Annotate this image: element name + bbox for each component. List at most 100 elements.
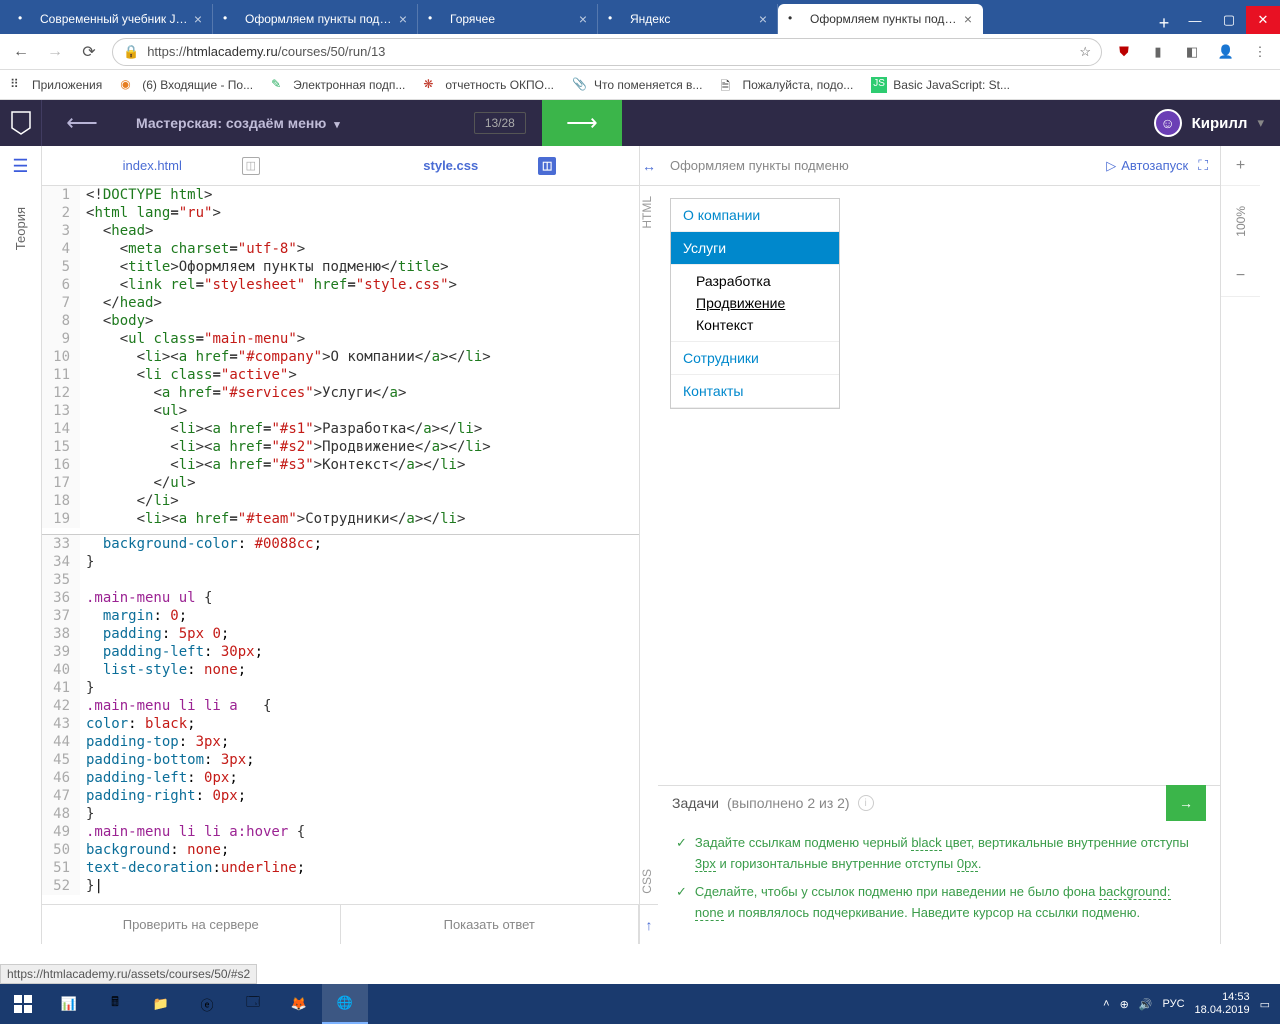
code-content[interactable]: padding-right: 0px; — [80, 787, 639, 805]
code-content[interactable]: <link rel="stylesheet" href="style.css"> — [80, 276, 639, 294]
zoom-out-button[interactable]: − — [1221, 257, 1260, 297]
extension-icon[interactable]: ▮ — [1148, 42, 1168, 62]
bookmark-item[interactable]: JSBasic JavaScript: St... — [871, 77, 1010, 93]
code-content[interactable]: <ul> — [80, 402, 639, 420]
window-minimize-icon[interactable]: — — [1178, 6, 1212, 34]
bookmark-item[interactable]: ✎Электронная подп... — [271, 77, 405, 93]
browser-tab[interactable]: •Яндекс× — [598, 4, 778, 34]
menu-item-team[interactable]: Сотрудники — [671, 342, 839, 375]
check-server-button[interactable]: Проверить на сервере — [42, 905, 341, 944]
tray-notifications-icon[interactable]: ▭ — [1260, 998, 1270, 1011]
extension-icon-2[interactable]: ◧ — [1182, 42, 1202, 62]
theory-label[interactable]: Теория — [13, 207, 28, 250]
bookmark-item[interactable]: ❋отчетность ОКПО... — [423, 77, 554, 93]
browser-tab[interactable]: •Оформляем пункты подме...× — [213, 4, 418, 34]
code-content[interactable]: <li class="active"> — [80, 366, 639, 384]
browser-tab[interactable]: •Современный учебник Java...× — [8, 4, 213, 34]
code-content[interactable] — [80, 571, 639, 589]
tab-style-css[interactable]: style.css◫ — [341, 146, 640, 185]
extension-ublock-icon[interactable]: ⛊ — [1114, 42, 1134, 62]
code-content[interactable]: color: black; — [80, 715, 639, 733]
fullscreen-icon[interactable]: ⛶ — [1198, 157, 1208, 174]
css-editor[interactable]: 33 background-color: #0088cc;34}3536.mai… — [42, 534, 639, 896]
taskbar-ie-icon[interactable]: ⓔ — [184, 984, 230, 1024]
tray-network-icon[interactable]: ⊕ — [1120, 998, 1129, 1011]
taskbar-app-icon[interactable]: 📁 — [138, 984, 184, 1024]
code-content[interactable]: }| — [80, 877, 639, 895]
user-menu[interactable]: ☺ Кирилл ▾ — [1138, 109, 1280, 137]
code-content[interactable]: margin: 0; — [80, 607, 639, 625]
code-content[interactable]: .main-menu li li a { — [80, 697, 639, 715]
code-content[interactable]: <li><a href="#s2">Продвижение</a></li> — [80, 438, 639, 456]
tab-close-icon[interactable]: × — [399, 11, 407, 27]
code-content[interactable]: padding-top: 3px; — [80, 733, 639, 751]
submenu-item[interactable]: Продвижение — [696, 292, 839, 314]
code-content[interactable]: } — [80, 679, 639, 697]
code-content[interactable]: padding: 5px 0; — [80, 625, 639, 643]
code-content[interactable]: <li><a href="#company">О компании</a></l… — [80, 348, 639, 366]
code-content[interactable]: <title>Оформляем пункты подменю</title> — [80, 258, 639, 276]
code-content[interactable]: <li><a href="#team">Сотрудники</a></li> — [80, 510, 639, 528]
code-content[interactable]: .main-menu ul { — [80, 589, 639, 607]
code-content[interactable]: <html lang="ru"> — [80, 204, 639, 222]
taskbar-app-icon[interactable]: 🗔 — [230, 984, 276, 1024]
tasks-next-button[interactable]: → — [1166, 785, 1206, 821]
code-content[interactable]: background: none; — [80, 841, 639, 859]
bookmark-item[interactable]: ◉(6) Входящие - По... — [120, 77, 253, 93]
apps-button[interactable]: ⠿Приложения — [10, 77, 102, 93]
taskbar-chrome-icon[interactable]: 🌐 — [322, 984, 368, 1024]
nav-reload-icon[interactable]: ⟳ — [78, 41, 100, 63]
star-icon[interactable]: ☆ — [1079, 44, 1091, 60]
nav-forward-icon[interactable]: → — [44, 41, 66, 63]
code-content[interactable]: padding-bottom: 3px; — [80, 751, 639, 769]
code-content[interactable]: <head> — [80, 222, 639, 240]
theory-toggle-icon[interactable]: ☰ — [12, 156, 28, 177]
htmlacademy-logo-icon[interactable] — [0, 100, 42, 146]
window-maximize-icon[interactable]: ▢ — [1212, 6, 1246, 34]
course-back-icon[interactable]: ⟵ — [42, 110, 122, 136]
taskbar-firefox-icon[interactable]: 🦊 — [276, 984, 322, 1024]
code-content[interactable]: padding-left: 0px; — [80, 769, 639, 787]
code-content[interactable]: </head> — [80, 294, 639, 312]
code-content[interactable]: </li> — [80, 492, 639, 510]
menu-item-services[interactable]: Услуги — [671, 232, 839, 265]
taskbar-app-icon[interactable]: 📊 — [46, 984, 92, 1024]
browser-tab[interactable]: •Оформляем пункты подме...× — [778, 4, 983, 34]
tasks-header[interactable]: Задачи (выполнено 2 из 2) i → — [658, 785, 1220, 821]
code-content[interactable]: padding-left: 30px; — [80, 643, 639, 661]
drag-handle-icon[interactable]: ↔ — [640, 146, 658, 186]
code-content[interactable]: background-color: #0088cc; — [80, 535, 639, 553]
code-content[interactable]: <ul class="main-menu"> — [80, 330, 639, 348]
browser-menu-icon[interactable]: ⋮ — [1250, 42, 1270, 62]
tab-close-icon[interactable]: × — [964, 11, 972, 27]
bookmark-item[interactable]: 🗎Пожалуйста, подо... — [720, 77, 853, 93]
code-content[interactable]: <a href="#services">Услуги</a> — [80, 384, 639, 402]
code-content[interactable]: <li><a href="#s1">Разработка</a></li> — [80, 420, 639, 438]
code-content[interactable]: } — [80, 553, 639, 571]
code-content[interactable]: <!DOCTYPE html> — [80, 186, 639, 204]
submenu-item[interactable]: Разработка — [696, 270, 839, 292]
code-content[interactable]: list-style: none; — [80, 661, 639, 679]
code-content[interactable]: .main-menu li li a:hover { — [80, 823, 639, 841]
tab-close-icon[interactable]: × — [194, 11, 202, 27]
code-content[interactable]: <li><a href="#s3">Контекст</a></li> — [80, 456, 639, 474]
pane-divider[interactable]: ↔ HTML CSS ↑ — [640, 146, 658, 944]
course-title-dropdown[interactable]: Мастерская: создаём меню▾ — [122, 115, 354, 131]
html-editor[interactable]: 1<!DOCTYPE html>2<html lang="ru">3 <head… — [42, 186, 639, 534]
start-button[interactable] — [0, 984, 46, 1024]
code-content[interactable]: <body> — [80, 312, 639, 330]
window-close-icon[interactable]: ✕ — [1246, 6, 1280, 34]
code-content[interactable]: text-decoration:underline; — [80, 859, 639, 877]
info-icon[interactable]: i — [858, 795, 874, 811]
address-bar[interactable]: 🔒 https://htmlacademy.ru/courses/50/run/… — [112, 38, 1102, 66]
zoom-in-button[interactable]: + — [1221, 146, 1260, 186]
tab-index-html[interactable]: index.html◫ — [42, 146, 341, 185]
tray-chevron-icon[interactable]: ˄ — [1103, 998, 1109, 1010]
menu-item-company[interactable]: О компании — [671, 199, 839, 232]
scroll-up-icon[interactable]: ↑ — [640, 904, 658, 944]
tab-close-icon[interactable]: × — [579, 11, 587, 27]
code-content[interactable]: } — [80, 805, 639, 823]
next-task-button[interactable]: ⟶ — [542, 100, 622, 146]
code-content[interactable]: </ul> — [80, 474, 639, 492]
browser-tab[interactable]: •Горячее× — [418, 4, 598, 34]
